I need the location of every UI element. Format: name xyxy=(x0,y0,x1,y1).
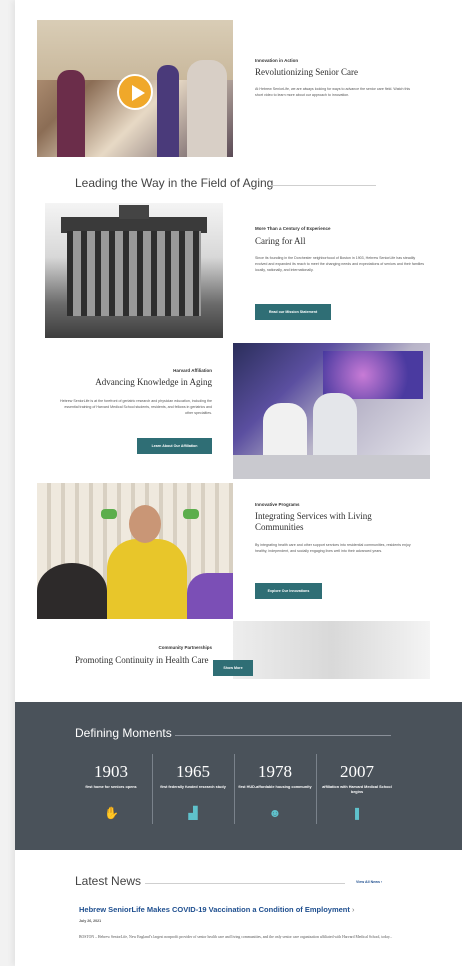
news-title-rule xyxy=(145,883,345,884)
leading-title-rule xyxy=(270,185,376,186)
caring-eyebrow: More Than a Century of Experience xyxy=(255,226,331,231)
hands-icon: ✋ xyxy=(104,806,119,820)
view-all-news-label: View All News xyxy=(356,880,380,884)
news-headline: Hebrew SeniorLife Makes COVID-19 Vaccina… xyxy=(79,905,350,914)
moment-1978: 1978 first HUD-affordable housing commun… xyxy=(234,762,316,790)
harvard-eyebrow: Harvard Affiliation xyxy=(173,368,212,373)
historic-building-photo xyxy=(45,203,223,338)
researchers-photo xyxy=(233,343,430,479)
page: Innovation in Action Revolutionizing Sen… xyxy=(15,0,462,966)
exercise-class-photo xyxy=(37,483,233,619)
view-all-news-link[interactable]: View All News › xyxy=(356,880,382,884)
community-eyebrow: Community Partnerships xyxy=(158,645,212,650)
moment-1903: 1903 first home for seniors opens xyxy=(70,762,152,790)
moment-desc: first HUD-affordable housing community xyxy=(238,785,312,789)
play-icon[interactable] xyxy=(117,74,153,110)
show-more-button[interactable]: Show More xyxy=(213,660,253,676)
news-section-title: Latest News xyxy=(75,874,142,888)
explore-innovations-button[interactable]: Explore Our Innovations xyxy=(255,583,322,599)
defining-moments-section: Defining Moments 1903 first home for sen… xyxy=(15,702,462,850)
moment-desc: first home for seniors opens xyxy=(85,785,137,789)
moment-year: 1903 xyxy=(94,762,128,781)
moments-title-rule xyxy=(175,735,391,736)
chevron-right-icon: › xyxy=(380,880,383,884)
moment-year: 2007 xyxy=(340,762,374,781)
community-heading: Promoting Continuity in Health Care xyxy=(75,655,209,665)
harvard-body: Hebrew SeniorLife is at the forefront of… xyxy=(59,399,212,415)
news-date: July 26, 2021 xyxy=(79,919,102,923)
people-icon: ☻ xyxy=(268,806,282,820)
bookmark-icon: ❚ xyxy=(351,806,363,820)
harvard-affiliation-button[interactable]: Learn About Our Affiliation xyxy=(137,438,212,454)
news-headline-link[interactable]: Hebrew SeniorLife Makes COVID-19 Vaccina… xyxy=(79,905,399,914)
moment-year: 1965 xyxy=(176,762,210,781)
mission-statement-button[interactable]: Read our Mission Statement xyxy=(255,304,331,320)
programs-body: By integrating health care and other sup… xyxy=(255,543,411,553)
community-photo xyxy=(233,621,430,679)
leading-section-title: Leading the Way in the Field of Aging xyxy=(75,176,274,190)
moment-desc: affiliation with Harvard Medical School … xyxy=(322,785,392,794)
innovation-body: At Hebrew SeniorLife, we are always look… xyxy=(255,87,411,97)
moment-1965: 1965 first federally funded research stu… xyxy=(152,762,234,790)
moment-desc: first federally funded research study xyxy=(160,785,226,789)
innovation-eyebrow: Innovation in Action xyxy=(255,58,299,63)
chart-icon: ▟ xyxy=(188,806,198,820)
chevron-right-icon: › xyxy=(351,905,355,914)
programs-heading: Integrating Services with Living Communi… xyxy=(255,511,372,532)
innovation-video-thumbnail[interactable] xyxy=(37,20,233,157)
innovation-heading: Revolutionizing Senior Care xyxy=(255,67,358,77)
harvard-heading: Advancing Knowledge in Aging xyxy=(95,377,212,387)
moment-year: 1978 xyxy=(258,762,292,781)
caring-heading: Caring for All xyxy=(255,236,306,246)
news-excerpt: BOSTON – Hebrew SeniorLife, New England’… xyxy=(79,935,393,939)
programs-eyebrow: Innovative Programs xyxy=(255,502,300,507)
moments-title: Defining Moments xyxy=(75,726,172,740)
moment-2007: 2007 affiliation with Harvard Medical Sc… xyxy=(316,762,398,795)
caring-body: Since its founding in the Dorchester nei… xyxy=(255,256,425,272)
